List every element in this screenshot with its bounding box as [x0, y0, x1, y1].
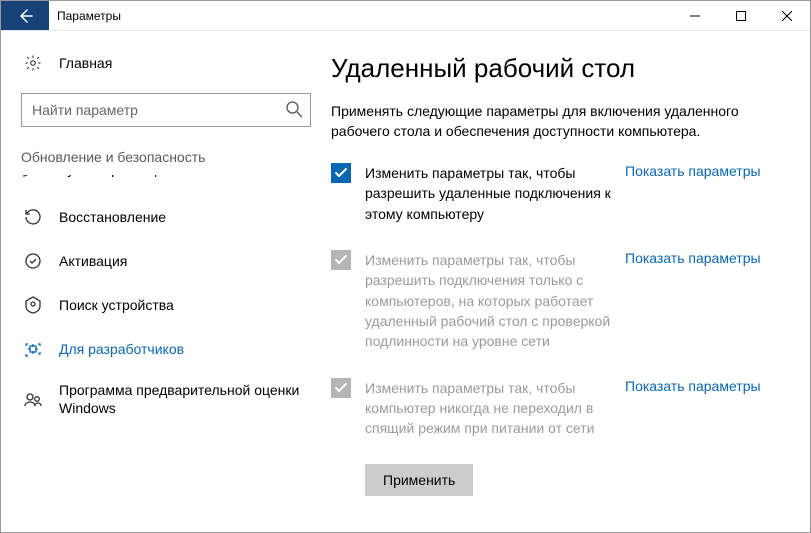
nav-label: Для разработчиков	[59, 340, 184, 358]
back-button[interactable]	[1, 1, 49, 30]
nav-item-activation[interactable]: Активация	[1, 239, 331, 283]
maximize-icon	[736, 11, 746, 21]
check-icon	[334, 381, 348, 395]
nav-item-developers[interactable]: Для разработчиков	[1, 327, 331, 371]
body: Главная Обновление и безопасность	[1, 31, 810, 532]
maximize-button[interactable]	[718, 1, 764, 30]
check-icon	[334, 166, 348, 180]
minimize-icon	[690, 11, 700, 21]
window-title: Параметры	[49, 1, 672, 30]
activation-icon	[23, 251, 43, 271]
sidebar: Главная Обновление и безопасность	[1, 31, 331, 532]
checkbox-1[interactable]	[331, 250, 351, 270]
nav-item-recovery[interactable]: Восстановление	[1, 195, 331, 239]
window-controls	[672, 1, 810, 30]
arrow-left-icon	[17, 8, 33, 24]
home-button[interactable]: Главная	[1, 43, 331, 83]
setting-row-0: Изменить параметры так, чтобы разрешить …	[331, 163, 782, 224]
checkbox-2[interactable]	[331, 378, 351, 398]
nav-item-insider[interactable]: Программа предварительной оценки Windows	[1, 371, 331, 427]
checkbox-0[interactable]	[331, 163, 351, 183]
close-icon	[782, 11, 792, 21]
search-container	[1, 83, 331, 141]
nav-item-cutoff[interactable]: Служба архивации	[23, 175, 331, 195]
show-params-link-2[interactable]: Показать параметры	[625, 378, 761, 394]
page-heading: Удаленный рабочий стол	[331, 53, 782, 84]
setting-text-0: Изменить параметры так, чтобы разрешить …	[365, 163, 625, 224]
nav-label: Поиск устройства	[59, 296, 174, 314]
minimize-button[interactable]	[672, 1, 718, 30]
backup-icon	[23, 175, 33, 179]
apply-button[interactable]: Применить	[365, 464, 473, 496]
show-params-link-1[interactable]: Показать параметры	[625, 250, 761, 266]
titlebar: Параметры	[1, 1, 810, 31]
close-button[interactable]	[764, 1, 810, 30]
check-icon	[334, 253, 348, 267]
home-label: Главная	[59, 55, 112, 71]
search-input[interactable]	[21, 93, 311, 127]
setting-row-1: Изменить параметры так, чтобы разрешить …	[331, 250, 782, 351]
nav-label: Активация	[59, 252, 127, 270]
nav-item-find-device[interactable]: Поиск устройства	[1, 283, 331, 327]
find-device-icon	[23, 295, 43, 315]
show-params-link-0[interactable]: Показать параметры	[625, 163, 761, 179]
gear-icon	[23, 53, 43, 73]
developers-icon	[23, 339, 43, 359]
content-area: Удаленный рабочий стол Применять следующ…	[331, 31, 810, 532]
nav-list: Служба архивации Восстановление Активаци…	[1, 175, 331, 427]
setting-text-1: Изменить параметры так, чтобы разрешить …	[365, 250, 625, 351]
category-title: Обновление и безопасность	[1, 141, 331, 175]
nav-label: Программа предварительной оценки Windows	[59, 381, 311, 417]
recovery-icon	[23, 207, 43, 227]
nav-label: Восстановление	[59, 208, 166, 226]
settings-window: Параметры Главная	[0, 0, 811, 533]
page-subtitle: Применять следующие параметры для включе…	[331, 102, 782, 141]
setting-text-2: Изменить параметры так, чтобы компьютер …	[365, 378, 625, 439]
search-icon	[285, 100, 303, 118]
insider-icon	[23, 389, 43, 409]
setting-row-2: Изменить параметры так, чтобы компьютер …	[331, 378, 782, 439]
